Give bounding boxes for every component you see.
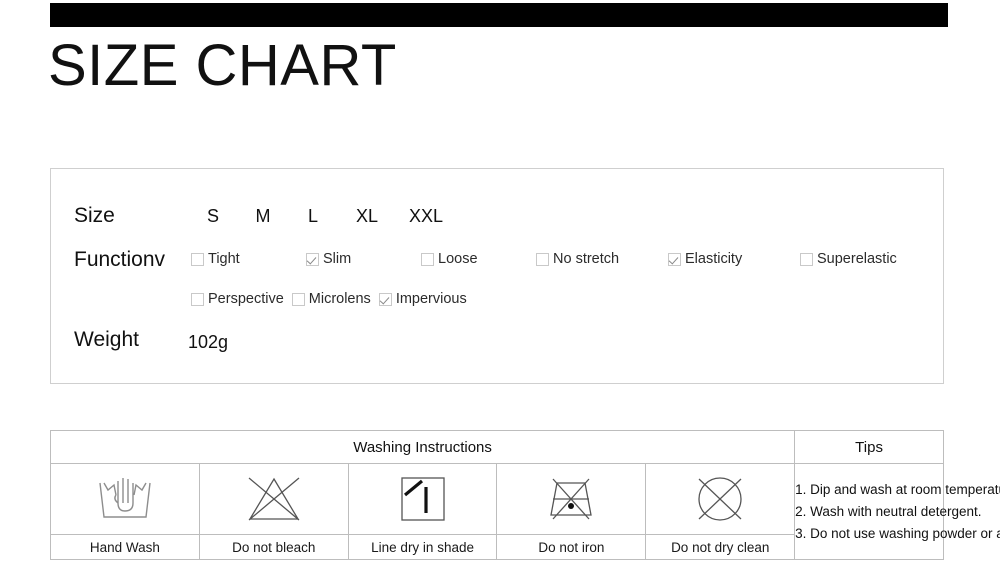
- function-checkbox-row-1: Tight Slim Loose No stretch Elasticity S…: [191, 251, 932, 267]
- tips-list: 1. Dip and wash at room temperature. 2. …: [795, 479, 1000, 545]
- page-title: SIZE CHART: [48, 33, 397, 98]
- spec-box: Size S M L XL XXL Functionv Tight Slim L…: [50, 168, 944, 384]
- icon-label-hand-wash: Hand Wash: [50, 534, 200, 560]
- checkbox-item-slim[interactable]: Slim: [306, 251, 421, 267]
- size-row-label: Size: [74, 204, 115, 227]
- checkbox-item-tight[interactable]: Tight: [191, 251, 306, 267]
- checkbox-item-loose[interactable]: Loose: [421, 251, 536, 267]
- checkbox-no-stretch[interactable]: [536, 252, 549, 266]
- function-row-label: Functionv: [74, 248, 166, 271]
- checkbox-elasticity[interactable]: [668, 252, 681, 266]
- icon-cell-do-not-dry-clean: [645, 463, 796, 535]
- checkbox-label-no-stretch: No stretch: [553, 251, 620, 267]
- do-not-iron-icon: [550, 478, 593, 520]
- checkbox-label-impervious: Impervious: [395, 291, 467, 307]
- do-not-bleach-icon: [248, 477, 300, 521]
- hand-wash-icon: [99, 478, 151, 518]
- tips-cell: 1. Dip and wash at room temperature. 2. …: [794, 463, 1000, 560]
- icon-cell-line-dry-in-shade: [347, 463, 498, 535]
- size-option-xxl[interactable]: XXL: [396, 206, 456, 227]
- checkbox-item-superelastic[interactable]: Superelastic: [800, 251, 932, 267]
- icon-label-do-not-bleach: Do not bleach: [198, 534, 349, 560]
- tip-item-1: 1. Dip and wash at room temperature.: [795, 481, 1000, 497]
- checkbox-label-tight: Tight: [208, 251, 240, 267]
- checkbox-perspective[interactable]: [191, 292, 204, 306]
- checkbox-item-impervious[interactable]: Impervious: [378, 291, 467, 307]
- weight-value: 102g: [188, 332, 229, 352]
- checkbox-item-perspective[interactable]: Perspective: [191, 291, 284, 307]
- checkbox-label-elasticity: Elasticity: [685, 251, 743, 267]
- icon-label-line-dry-in-shade: Line dry in shade: [347, 534, 498, 560]
- checkbox-label-microlens: Microlens: [308, 291, 371, 307]
- icon-label-do-not-dry-clean: Do not dry clean: [645, 534, 796, 560]
- checkbox-slim[interactable]: [306, 252, 319, 266]
- tips-header: Tips: [794, 430, 944, 464]
- function-checkbox-row-2: Perspective Microlens Impervious: [191, 291, 475, 307]
- checkbox-item-microlens[interactable]: Microlens: [291, 291, 371, 307]
- icon-cell-do-not-iron: [496, 463, 647, 535]
- checkbox-superelastic[interactable]: [800, 252, 813, 266]
- tip-item-3: 3. Do not use washing powder or alkaline…: [795, 525, 1000, 541]
- washing-table-header-row: Washing Instructions Tips: [49, 430, 944, 464]
- checkbox-tight[interactable]: [191, 252, 204, 266]
- top-black-bar: [50, 3, 948, 27]
- checkbox-label-loose: Loose: [438, 251, 478, 267]
- checkbox-label-perspective: Perspective: [208, 291, 284, 307]
- do-not-dry-clean-icon: [698, 477, 742, 521]
- size-option-xl[interactable]: XL: [338, 206, 396, 227]
- line-dry-in-shade-icon: [400, 477, 445, 521]
- size-option-m[interactable]: M: [238, 206, 288, 227]
- checkbox-item-no-stretch[interactable]: No stretch: [536, 251, 668, 267]
- checkbox-impervious[interactable]: [378, 292, 392, 306]
- checkbox-loose[interactable]: [421, 252, 434, 266]
- size-values: S M L XL XXL: [188, 206, 456, 227]
- checkbox-label-slim: Slim: [323, 251, 352, 267]
- washing-instructions-table: Washing Instructions Tips 1. Dip and was…: [49, 430, 1000, 560]
- washing-icons-row: 1. Dip and wash at room temperature. 2. …: [50, 463, 1000, 560]
- icon-cell-do-not-bleach: [198, 463, 349, 535]
- checkbox-item-elasticity[interactable]: Elasticity: [668, 251, 800, 267]
- size-option-s[interactable]: S: [188, 206, 238, 227]
- icon-label-do-not-iron: Do not iron: [496, 534, 647, 560]
- size-option-l[interactable]: L: [288, 206, 338, 227]
- weight-row-label: Weight: [74, 328, 139, 351]
- checkbox-label-superelastic: Superelastic: [817, 251, 897, 267]
- icon-cell-hand-wash: [50, 463, 200, 535]
- washing-instructions-header: Washing Instructions: [49, 430, 796, 464]
- checkbox-microlens[interactable]: [291, 292, 305, 306]
- tip-item-2: 2. Wash with neutral detergent.: [795, 503, 982, 519]
